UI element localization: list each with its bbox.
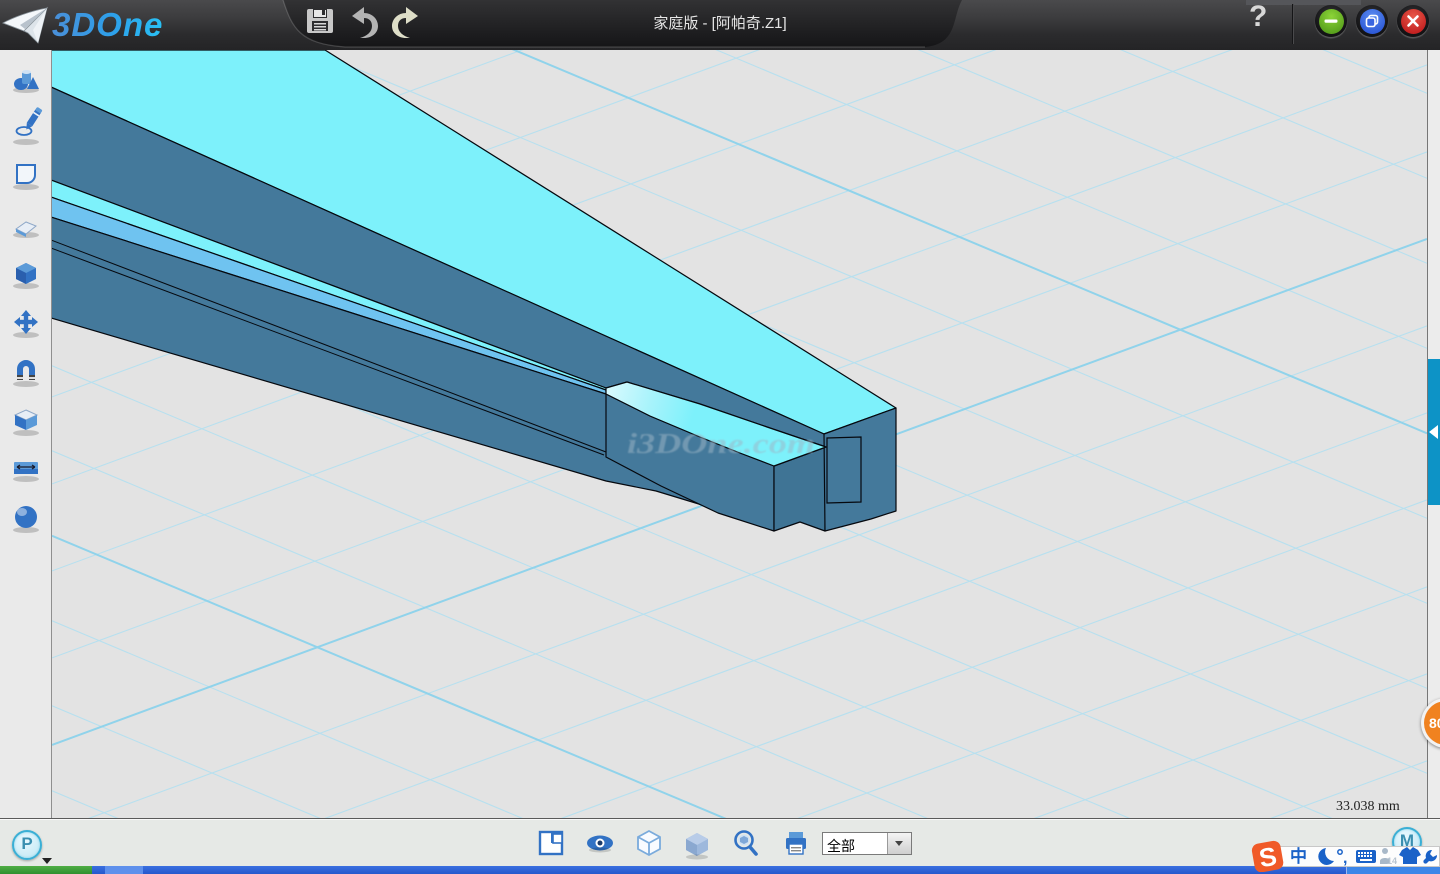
svg-text:14: 14: [1387, 856, 1397, 866]
svg-text:中: 中: [1290, 846, 1307, 866]
svg-text:,: ,: [1343, 850, 1347, 867]
svg-text:3DOne: 3DOne: [52, 6, 163, 43]
svg-text:i3DOne.com: i3DOne.com: [627, 428, 815, 460]
